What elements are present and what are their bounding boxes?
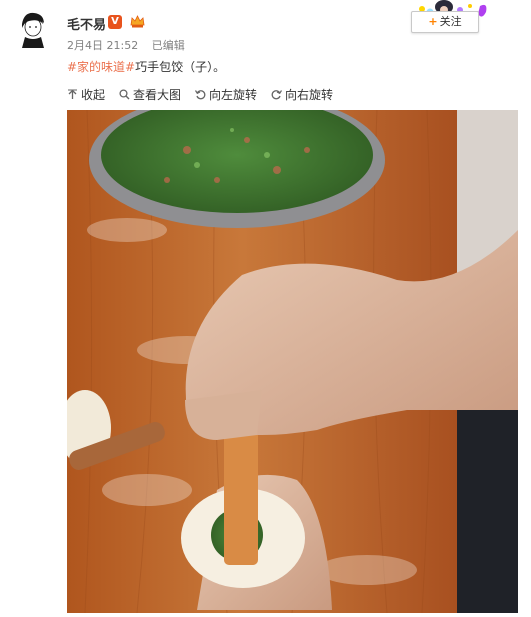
- plus-icon: +: [428, 15, 438, 28]
- post-photo[interactable]: [67, 110, 518, 613]
- follow-button[interactable]: + 关注: [411, 11, 479, 33]
- post-content: #家的味道#巧手包饺（子）。: [67, 58, 225, 75]
- rotate-right-button[interactable]: 向右旋转: [271, 86, 333, 103]
- collapse-button[interactable]: 收起: [67, 86, 105, 103]
- rotate-left-button[interactable]: 向左旋转: [195, 86, 257, 103]
- search-icon: [119, 89, 130, 100]
- rotate-left-icon: [195, 90, 206, 100]
- post-meta: 2月4日 21:52 已编辑: [67, 37, 195, 53]
- rotate-right-icon: [271, 90, 283, 100]
- collapse-label: 收起: [81, 88, 106, 102]
- view-large-label: 查看大图: [133, 88, 182, 102]
- verified-badge-icon: V: [108, 15, 122, 29]
- view-large-button[interactable]: 查看大图: [119, 86, 181, 103]
- post-timestamp[interactable]: 2月4日 21:52: [67, 39, 138, 52]
- edited-label: 已编辑: [151, 39, 185, 52]
- username[interactable]: 毛不易: [67, 14, 106, 33]
- post-text: 巧手包饺（子）。: [135, 60, 226, 74]
- follow-label: 关注: [439, 15, 462, 28]
- collapse-icon: [68, 89, 77, 99]
- hashtag-link[interactable]: #家的味道#: [67, 60, 135, 74]
- user-avatar[interactable]: [14, 10, 50, 50]
- rotate-left-label: 向左旋转: [209, 88, 258, 102]
- member-crown-icon: [130, 15, 145, 28]
- image-toolbar: 收起 查看大图 向左旋转 向右旋转: [67, 86, 333, 103]
- rotate-right-label: 向右旋转: [285, 88, 334, 102]
